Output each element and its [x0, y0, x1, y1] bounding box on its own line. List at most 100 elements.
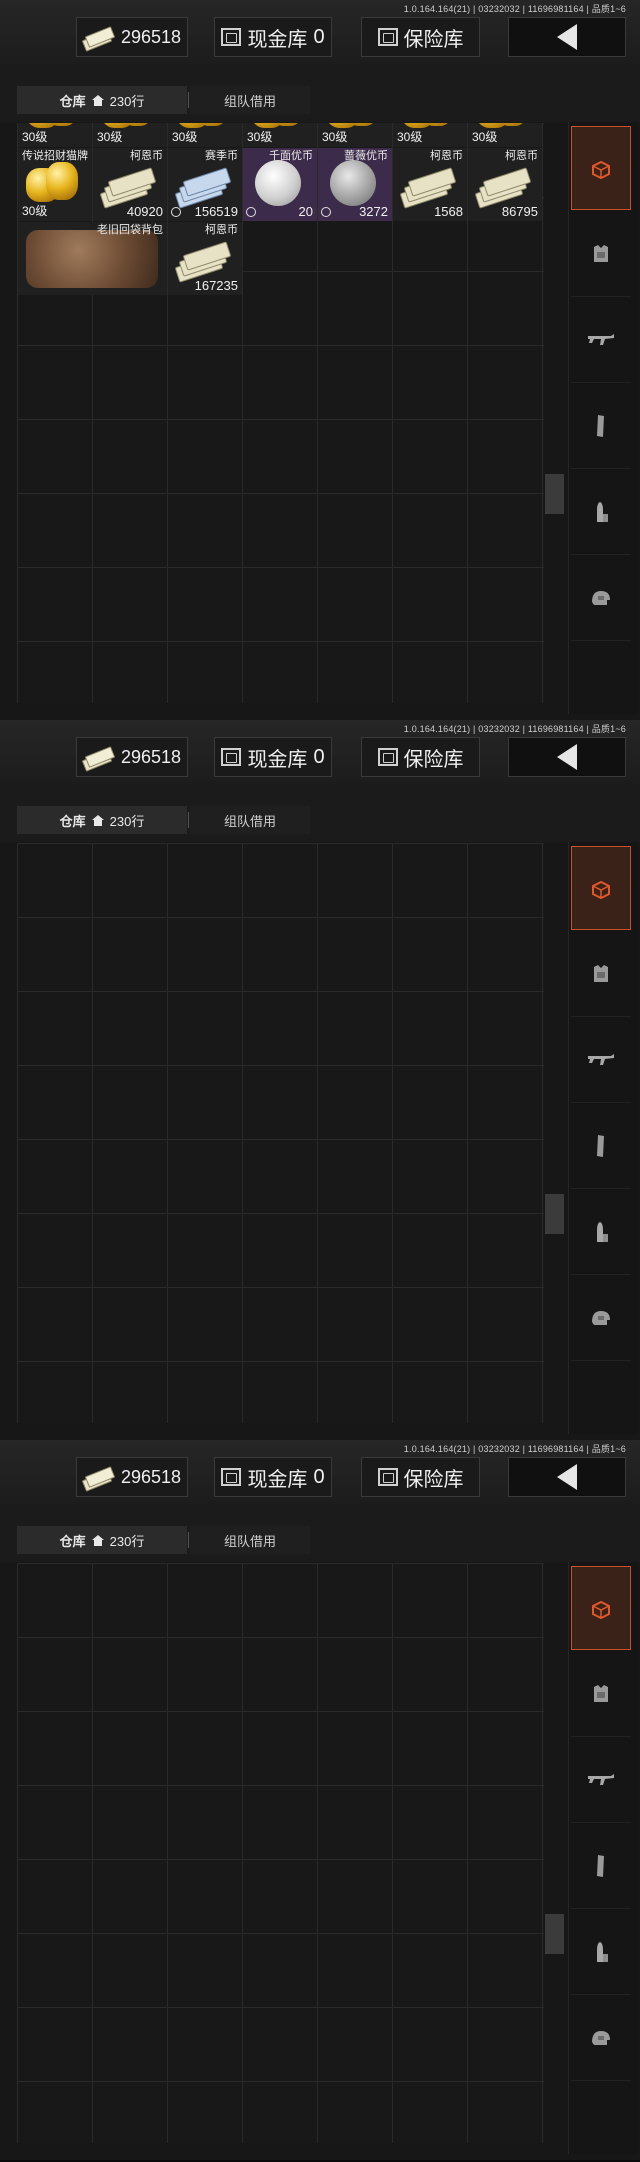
item-count: 86795 — [501, 204, 538, 219]
scrollbar-thumb[interactable] — [545, 474, 564, 514]
item-count: 167235 — [194, 278, 238, 293]
banknote-icon — [81, 26, 116, 52]
inventory-item[interactable]: 30级 — [318, 123, 392, 147]
bullet-icon — [597, 1222, 608, 1242]
item-level: 30级 — [22, 204, 48, 218]
tab-team-borrow[interactable]: 组队借用 — [190, 1526, 310, 1554]
tab-team-borrow[interactable]: 组队借用 — [190, 806, 310, 834]
inventory-item[interactable]: 柯恩币 40920 — [93, 148, 167, 221]
rows-count: 230行 — [109, 93, 145, 109]
tab-divider — [188, 92, 189, 108]
inventory-item[interactable]: 千面优币 20 — [243, 148, 317, 221]
insurance-vault-button[interactable]: 保险库 — [361, 17, 480, 57]
sidebar-item-helmet[interactable] — [571, 1996, 631, 2081]
sidebar-item-helmet[interactable] — [571, 556, 631, 641]
sidebar-item-armor[interactable] — [571, 212, 631, 297]
magazine-icon — [597, 415, 604, 437]
insurance-vault-button[interactable]: 保险库 — [361, 1457, 480, 1497]
cash-vault-count: 0 — [313, 745, 325, 768]
inventory-grid[interactable] — [17, 1563, 544, 2143]
top-bar: 1.0.164.164(21) | 03232032 | 11696981164… — [0, 720, 640, 786]
sidebar-item-ammo[interactable] — [571, 1190, 631, 1275]
sidebar-item-weapon[interactable] — [571, 298, 631, 383]
inventory-item[interactable]: 柯恩币 1568 — [393, 148, 467, 221]
vest-icon — [594, 1685, 608, 1702]
clock-icon — [246, 207, 256, 217]
rifle-icon — [588, 334, 614, 345]
item-count: 156519 — [194, 204, 238, 219]
sidebar-item-magazine[interactable] — [571, 384, 631, 469]
inventory-grid[interactable] — [17, 843, 544, 1423]
item-name: 千面优币 — [269, 150, 313, 162]
sidebar-item-box[interactable] — [571, 846, 631, 930]
tab-team-label: 组队借用 — [223, 93, 276, 109]
version-text: 1.0.164.164(21) | 03232032 | 11696981164… — [403, 4, 626, 14]
item-count: 3272 — [359, 204, 388, 219]
warehouse-panel-2: 1.0.164.164(21) | 03232032 | 11696981164… — [0, 720, 640, 1442]
helmet-icon — [592, 591, 610, 605]
inventory-item[interactable]: 30级 — [243, 123, 317, 147]
helmet-icon — [592, 2031, 610, 2045]
insurance-vault-label: 保险库 — [403, 1468, 464, 1491]
house-icon — [91, 1534, 104, 1546]
scrollbar-thumb[interactable] — [545, 1914, 564, 1954]
inventory-item[interactable]: 蔷薇优币 3272 — [318, 148, 392, 221]
sidebar-item-weapon[interactable] — [571, 1018, 631, 1103]
inventory-item[interactable]: 30级 — [18, 123, 92, 147]
inventory-grid[interactable]: 30级 30级 30级 30级 30级 30级 30级 传说招财猫牌 30级 柯恩币 40920 赛季… — [17, 123, 544, 703]
inventory-item[interactable]: 柯恩币 86795 — [468, 148, 542, 221]
coin-icon — [330, 160, 376, 206]
tab-warehouse[interactable]: 仓库 230行 — [17, 1526, 187, 1554]
cash-vault-button[interactable]: 现金库 0 — [214, 17, 332, 57]
chevron-left-icon — [557, 744, 577, 770]
sidebar-item-helmet[interactable] — [571, 1276, 631, 1361]
sidebar-item-magazine[interactable] — [571, 1824, 631, 1909]
rows-count: 230行 — [109, 1533, 145, 1549]
tab-bar: 仓库 230行 组队借用 — [0, 786, 640, 899]
category-sidebar — [568, 842, 637, 1434]
tab-warehouse[interactable]: 仓库 230行 — [17, 86, 187, 114]
item-count: 40920 — [126, 204, 163, 219]
item-level: 30级 — [322, 130, 348, 144]
inventory-item[interactable]: 柯恩币 167235 — [168, 222, 242, 295]
sidebar-item-ammo[interactable] — [571, 470, 631, 555]
magazine-icon — [597, 1135, 604, 1157]
money-display[interactable]: 296518 — [76, 1457, 188, 1497]
inventory-item[interactable]: 30级 — [468, 123, 542, 147]
cash-vault-button[interactable]: 现金库 0 — [214, 737, 332, 777]
sidebar-item-weapon[interactable] — [571, 1738, 631, 1823]
sidebar-item-ammo[interactable] — [571, 1910, 631, 1995]
tab-divider — [188, 1532, 189, 1548]
back-button[interactable] — [508, 17, 626, 57]
back-button[interactable] — [508, 737, 626, 777]
tab-team-borrow[interactable]: 组队借用 — [190, 86, 310, 114]
category-sidebar — [568, 122, 637, 714]
cash-vault-button[interactable]: 现金库 0 — [214, 1457, 332, 1497]
insurance-vault-button[interactable]: 保险库 — [361, 737, 480, 777]
version-text: 1.0.164.164(21) | 03232032 | 11696981164… — [403, 1444, 626, 1454]
house-icon — [91, 814, 104, 826]
scrollbar-thumb[interactable] — [545, 1194, 564, 1234]
money-display[interactable]: 296518 — [76, 737, 188, 777]
inventory-item[interactable]: 30级 — [393, 123, 467, 147]
back-button[interactable] — [508, 1457, 626, 1497]
item-name: 柯恩币 — [430, 150, 463, 162]
money-value: 296518 — [120, 1466, 182, 1487]
inventory-item[interactable]: 老旧回袋背包 — [18, 222, 167, 295]
sidebar-item-magazine[interactable] — [571, 1104, 631, 1189]
sidebar-item-armor[interactable] — [571, 1652, 631, 1737]
inventory-item[interactable]: 赛季币 156519 — [168, 148, 242, 221]
clock-icon — [321, 207, 331, 217]
tab-warehouse[interactable]: 仓库 230行 — [17, 806, 187, 834]
sidebar-item-box[interactable] — [571, 126, 631, 210]
backpack-icon — [26, 230, 158, 288]
cash-vault-label: 现金库 — [247, 28, 308, 51]
sidebar-item-box[interactable] — [571, 1566, 631, 1650]
inventory-item[interactable]: 30级 — [93, 123, 167, 147]
money-display[interactable]: 296518 — [76, 17, 188, 57]
inventory-item[interactable]: 传说招财猫牌 30级 — [18, 148, 92, 221]
banknote-icon — [81, 746, 116, 772]
safe-icon — [377, 28, 398, 46]
inventory-item[interactable]: 30级 — [168, 123, 242, 147]
sidebar-item-armor[interactable] — [571, 932, 631, 1017]
